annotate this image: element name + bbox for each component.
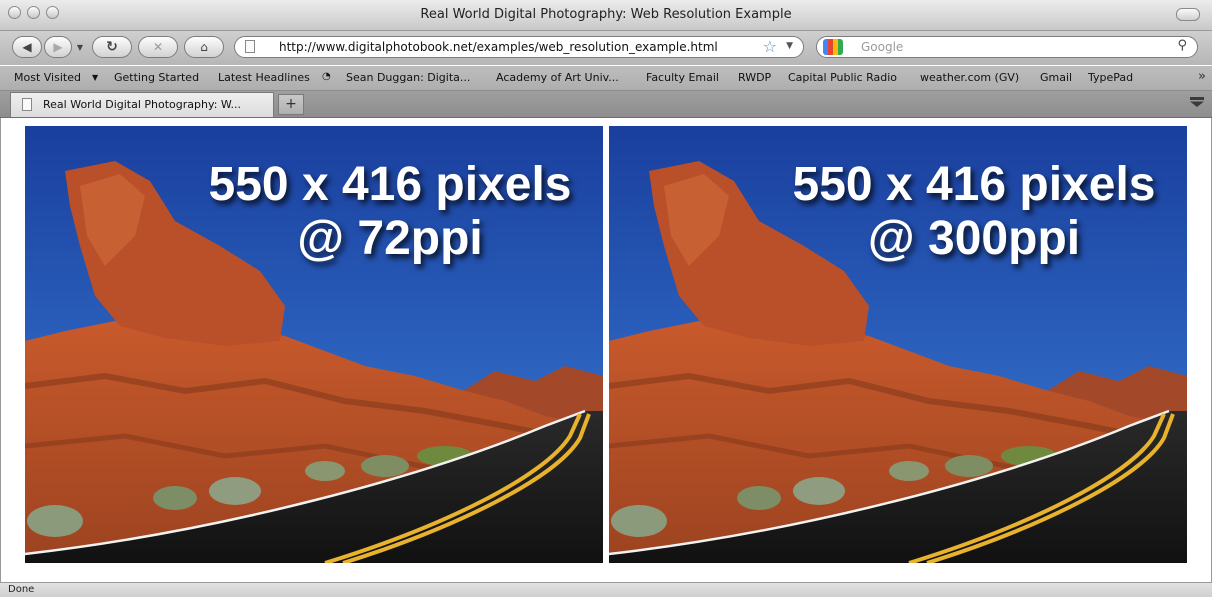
bookmark-academy-of-art[interactable]: Academy of Art Univ... — [496, 71, 619, 84]
image-caption: 550 x 416 pixels @ 72ppi — [195, 158, 585, 266]
page-icon — [245, 40, 255, 53]
search-icon[interactable]: ⚲ — [1177, 38, 1187, 53]
stop-button[interactable]: ✕ — [138, 36, 178, 58]
reload-icon: ↻ — [106, 39, 118, 55]
bookmark-weather[interactable]: weather.com (GV) — [920, 71, 1019, 84]
bookmarks-toolbar: Most Visited ▼ Getting Started Latest He… — [0, 66, 1212, 91]
status-text: Done — [8, 584, 35, 595]
forward-button[interactable]: ▶ — [44, 36, 72, 58]
url-text: http://www.digitalphotobook.net/examples… — [279, 40, 718, 54]
window-title: Real World Digital Photography: Web Reso… — [420, 7, 792, 22]
photo-72ppi: 550 x 416 pixels @ 72ppi — [25, 126, 603, 563]
tab-active[interactable]: Real World Digital Photography: W... — [10, 92, 274, 117]
chevron-down-icon: ▼ — [76, 42, 84, 52]
caption-resolution: @ 300ppi — [867, 212, 1081, 265]
page-content: 550 x 416 pixels @ 72ppi 550 x 416 pixel… — [0, 118, 1212, 582]
search-bar[interactable]: Google ⚲ — [816, 36, 1198, 58]
back-button[interactable]: ◀ — [12, 36, 42, 58]
caption-resolution: @ 72ppi — [297, 212, 483, 265]
tab-page-icon — [22, 98, 32, 111]
google-search-engine-icon[interactable] — [823, 39, 843, 55]
navigation-toolbar: ◀ ▶ ▼ ↻ ✕ ⌂ http://www.digitalphotobook.… — [0, 31, 1212, 65]
bookmark-sean-duggan[interactable]: Sean Duggan: Digita... — [346, 71, 470, 84]
reload-button[interactable]: ↻ — [92, 36, 132, 58]
window-titlebar: Real World Digital Photography: Web Reso… — [0, 0, 1212, 31]
bookmark-faculty-email[interactable]: Faculty Email — [646, 71, 719, 84]
image-caption: 550 x 416 pixels @ 300ppi — [779, 158, 1169, 266]
bookmark-getting-started[interactable]: Getting Started — [114, 71, 199, 84]
tab-bar: Real World Digital Photography: W... + — [0, 91, 1212, 118]
search-placeholder: Google — [861, 40, 904, 54]
status-bar: Done — [0, 582, 1212, 597]
bookmark-gmail[interactable]: Gmail — [1040, 71, 1072, 84]
new-tab-button[interactable]: + — [278, 94, 304, 115]
plus-icon: + — [285, 96, 297, 112]
caption-dimensions: 550 x 416 pixels — [208, 158, 572, 211]
back-arrow-icon: ◀ — [22, 40, 32, 54]
tab-title: Real World Digital Photography: W... — [43, 98, 241, 111]
bookmark-capital-public-radio[interactable]: Capital Public Radio — [788, 71, 897, 84]
bookmark-most-visited[interactable]: Most Visited — [14, 71, 81, 84]
home-button[interactable]: ⌂ — [184, 36, 224, 58]
history-dropdown-button[interactable]: ▼ — [74, 36, 86, 58]
rss-feed-icon: ◔ — [322, 71, 331, 82]
url-dropdown-icon[interactable]: ▼ — [786, 41, 793, 51]
address-bar[interactable]: http://www.digitalphotobook.net/examples… — [234, 36, 804, 58]
bookmark-rwdp[interactable]: RWDP — [738, 71, 771, 84]
most-visited-dropdown-icon[interactable]: ▼ — [92, 73, 98, 82]
more-bookmarks-icon[interactable]: » — [1198, 69, 1206, 84]
photo-300ppi: 550 x 416 pixels @ 300ppi — [609, 126, 1187, 563]
stop-icon: ✕ — [152, 40, 164, 54]
bookmark-star-icon[interactable]: ☆ — [763, 37, 777, 56]
list-all-tabs-icon[interactable] — [1190, 97, 1204, 107]
caption-dimensions: 550 x 416 pixels — [792, 158, 1156, 211]
forward-arrow-icon: ▶ — [53, 40, 63, 54]
bookmark-latest-headlines[interactable]: Latest Headlines — [218, 71, 310, 84]
toolbar-toggle-button[interactable] — [1176, 8, 1200, 21]
home-icon: ⌂ — [200, 40, 208, 54]
bookmark-typepad[interactable]: TypePad — [1088, 71, 1133, 84]
